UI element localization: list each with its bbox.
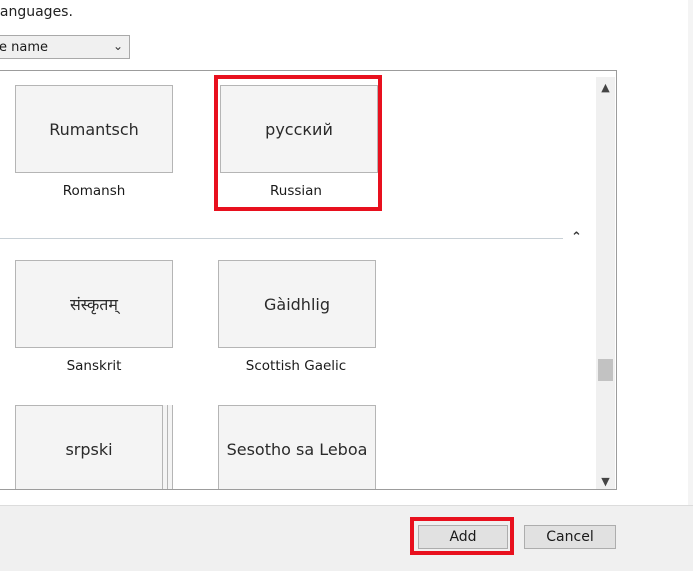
vertical-scrollbar[interactable]: ▲ ▼ (596, 77, 615, 489)
sort-dropdown-value: e name (0, 39, 48, 55)
scroll-up-icon[interactable]: ▲ (596, 77, 615, 97)
cancel-button[interactable]: Cancel (524, 525, 616, 549)
instruction-text: languages. (0, 4, 73, 20)
language-native-name: русский (265, 119, 333, 139)
language-native-name: Gàidhlig (264, 294, 330, 314)
add-button[interactable]: Add (418, 525, 508, 549)
chevron-down-icon: ⌄ (112, 39, 123, 53)
language-list[interactable]: Rumantsch Romansh русский Russian ⌃ संस्… (0, 70, 617, 490)
language-tile-sesotho[interactable]: Sesotho sa Leboa (218, 405, 376, 489)
language-native-name: Rumantsch (49, 119, 139, 139)
language-caption: Romansh (62, 183, 126, 199)
language-tile-scottish-gaelic[interactable]: Gàidhlig (218, 260, 376, 348)
language-tile-sanskrit[interactable]: संस्कृतम् (15, 260, 173, 348)
language-native-name: Sesotho sa Leboa (226, 439, 368, 459)
group-divider (0, 238, 563, 239)
scrollbar-thumb[interactable] (598, 359, 613, 381)
language-native-name: संस्कृतम् (69, 295, 119, 314)
scroll-down-icon[interactable]: ▼ (596, 471, 615, 489)
window-edge (688, 0, 693, 570)
language-native-name: srpski (65, 439, 113, 459)
language-tile-romansh[interactable]: Rumantsch (15, 85, 173, 173)
language-tile-serbian[interactable]: srpski (15, 405, 163, 489)
collapse-group-icon[interactable]: ⌃ (571, 230, 582, 245)
language-tile-russian[interactable]: русский (220, 85, 378, 173)
dialog-footer: Add Cancel (0, 505, 693, 571)
language-caption: Sanskrit (66, 358, 122, 374)
sort-dropdown[interactable]: e name ⌄ (0, 35, 130, 59)
language-caption: Scottish Gaelic (245, 358, 347, 374)
language-caption: Russian (270, 183, 322, 199)
